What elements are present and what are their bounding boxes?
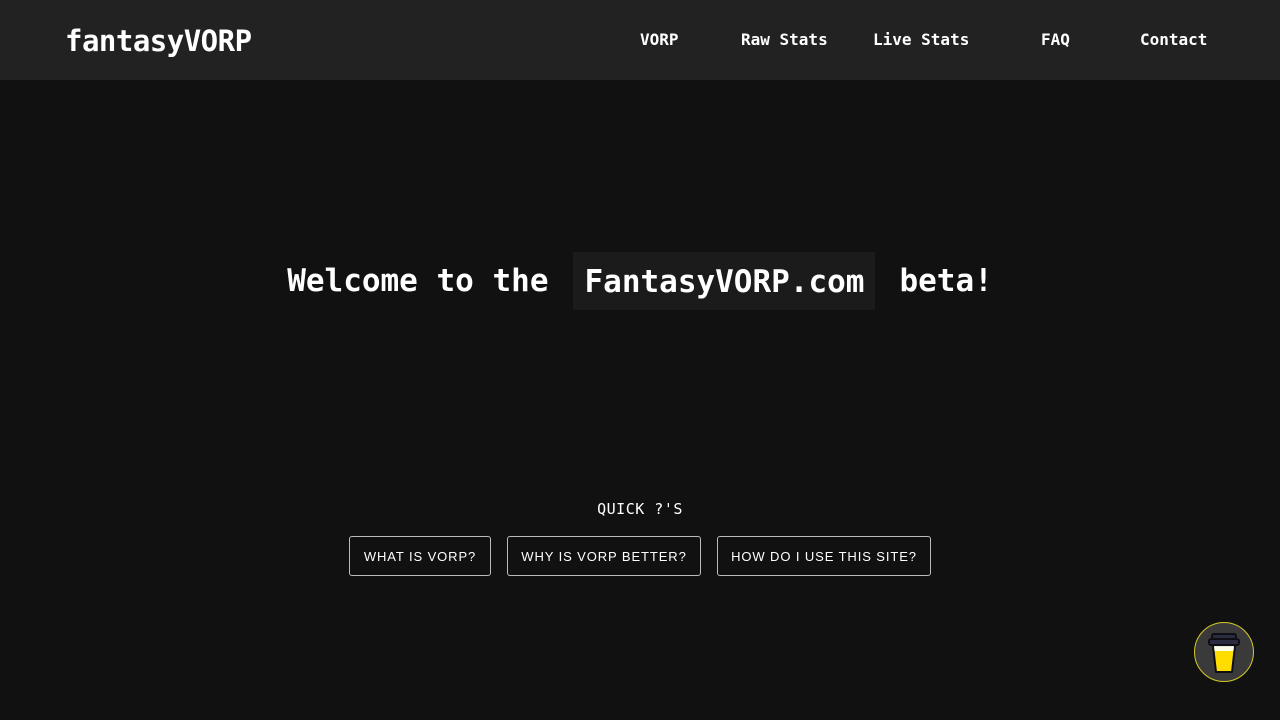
nav-link-live-stats[interactable]: Live Stats — [873, 30, 969, 50]
nav-link-contact[interactable]: Contact — [1140, 30, 1207, 50]
buy-me-a-coffee-button[interactable] — [1194, 622, 1254, 682]
brand-logo-link[interactable]: fantasyVORP — [65, 21, 252, 61]
hero-site-name: FantasyVORP.com — [572, 252, 876, 310]
hero-heading: Welcome to the FantasyVORP.com beta! — [0, 250, 1280, 312]
why-is-vorp-better-button[interactable]: WHY IS VORP BETTER? — [507, 536, 701, 576]
what-is-vorp-button[interactable]: WHAT IS VORP? — [349, 536, 491, 576]
top-navbar: fantasyVORP VORP Raw Stats Live Stats FA… — [0, 0, 1280, 80]
nav-link-faq[interactable]: FAQ — [1041, 30, 1070, 50]
nav-link-vorp[interactable]: VORP — [640, 30, 679, 50]
hero-suffix: beta! — [899, 263, 993, 299]
hero-prefix: Welcome to the — [287, 263, 549, 299]
nav-link-raw-stats[interactable]: Raw Stats — [741, 30, 828, 50]
how-do-i-use-this-site-button[interactable]: HOW DO I USE THIS SITE? — [717, 536, 931, 576]
coffee-cup-icon — [1208, 633, 1240, 673]
quick-questions-title: QUICK ?'S — [597, 500, 683, 518]
